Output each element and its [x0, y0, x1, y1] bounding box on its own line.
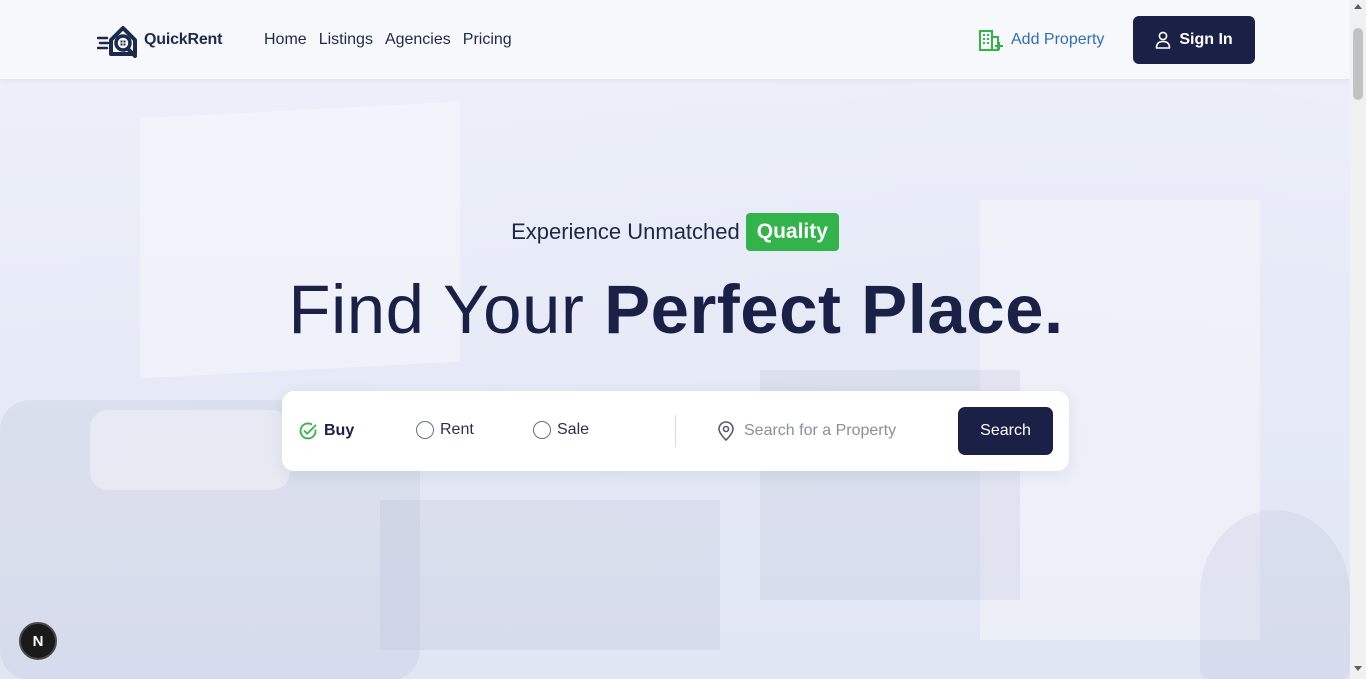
search-option-buy[interactable]: Buy	[298, 421, 354, 441]
radio-circle-icon	[533, 421, 551, 439]
map-pin-icon	[718, 421, 734, 441]
house-logo-icon	[97, 26, 137, 58]
search-button[interactable]: Search	[958, 407, 1053, 455]
site-header: QuickRent Home Listings Agencies Pricing…	[0, 0, 1350, 80]
brand-logo[interactable]: QuickRent	[97, 20, 222, 60]
property-search-bar: Buy Rent Sale Search	[282, 391, 1069, 471]
search-option-label: Sale	[557, 421, 590, 438]
search-option-rent[interactable]: Rent	[416, 421, 474, 439]
headline-light: Find Your	[288, 271, 585, 348]
scroll-down-arrow-icon[interactable]	[1354, 666, 1362, 671]
search-option-label: Buy	[324, 422, 355, 439]
nav-item-home[interactable]: Home	[264, 30, 307, 50]
main-nav: Home Listings Agencies Pricing	[264, 30, 524, 50]
tagline-text: Experience Unmatched	[511, 219, 740, 244]
hero-background	[0, 80, 1350, 679]
nav-item-pricing[interactable]: Pricing	[463, 30, 512, 50]
radio-circle-icon	[416, 421, 434, 439]
hero-bg-flowers	[1200, 510, 1350, 679]
scroll-up-arrow-icon[interactable]	[1354, 4, 1362, 9]
headline-bold: Perfect Place.	[604, 271, 1064, 348]
building-plus-icon	[979, 30, 1003, 51]
search-divider	[675, 415, 676, 447]
scrollbar-thumb[interactable]	[1353, 28, 1363, 100]
brand-name: QuickRent	[144, 31, 223, 48]
add-property-link[interactable]: Add Property	[979, 29, 1104, 51]
sign-in-label: Sign In	[1179, 31, 1233, 48]
hero-bg-table	[380, 500, 720, 650]
hero-tagline: Experience Unmatched Quality	[0, 213, 1350, 251]
quality-badge: Quality	[745, 213, 839, 251]
hero-bg-pillow	[90, 410, 290, 490]
page-scrollbar[interactable]	[1350, 0, 1366, 679]
add-property-label: Add Property	[1011, 31, 1105, 48]
hero-headline: Find Your Perfect Place.	[0, 270, 1352, 349]
check-circle-icon	[299, 422, 317, 440]
user-icon	[1156, 31, 1171, 49]
nav-item-listings[interactable]: Listings	[319, 30, 373, 50]
search-option-sale[interactable]: Sale	[533, 421, 589, 439]
nav-item-agencies[interactable]: Agencies	[385, 30, 451, 50]
dev-tools-badge[interactable]: N	[19, 622, 57, 660]
search-option-label: Rent	[440, 421, 474, 438]
sign-in-button[interactable]: Sign In	[1133, 16, 1255, 64]
property-search-input[interactable]	[744, 419, 944, 443]
